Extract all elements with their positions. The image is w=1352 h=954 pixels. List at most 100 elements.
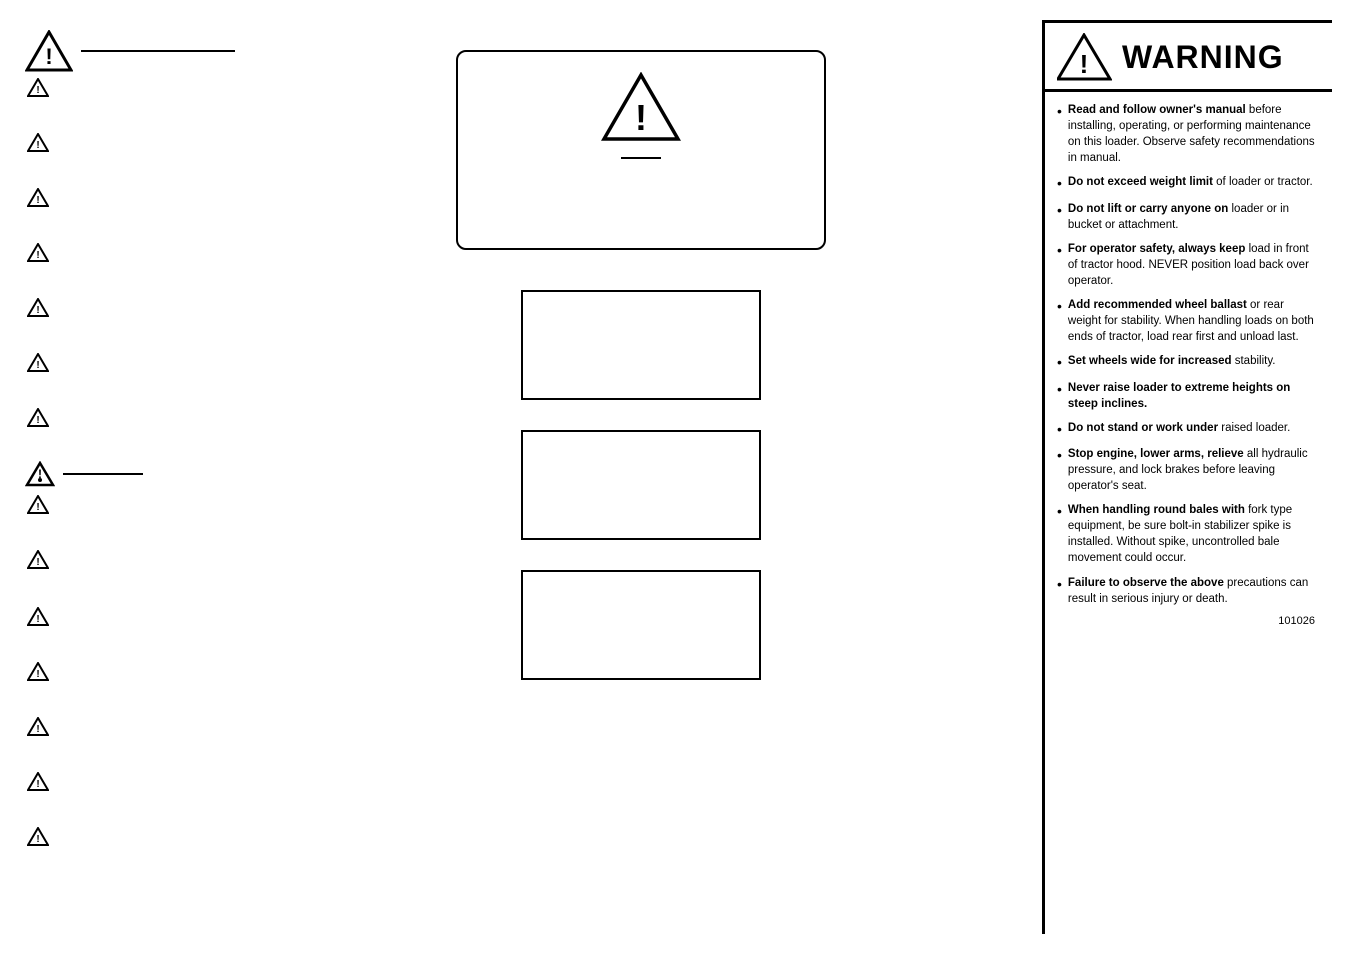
warning-text-3: Do not lift or carry anyone on loader or… xyxy=(1068,201,1320,233)
svg-text:!: ! xyxy=(36,557,39,568)
bullet-1: • xyxy=(1057,102,1062,166)
small-box-3 xyxy=(521,570,761,680)
svg-text:!: ! xyxy=(36,415,39,426)
big-box-warning-triangle: ! xyxy=(601,72,681,142)
left-row-6: ! xyxy=(27,353,235,372)
svg-text:!: ! xyxy=(36,250,39,261)
small-warning-triangle-8: ! xyxy=(27,495,49,514)
medium-warning-triangle: ! xyxy=(25,461,55,487)
svg-text:!: ! xyxy=(635,97,647,138)
left-row-12: ! xyxy=(27,717,235,736)
big-warning-box: ! xyxy=(456,50,826,250)
svg-text:!: ! xyxy=(36,724,39,735)
left-row-8: ! xyxy=(27,495,235,514)
svg-text:!: ! xyxy=(38,467,42,481)
warning-text-9: Stop engine, lower arms, relieve all hyd… xyxy=(1068,446,1320,494)
svg-text:!: ! xyxy=(36,834,39,845)
small-triangle-list-2: ! ! xyxy=(27,495,235,587)
svg-text:!: ! xyxy=(36,614,39,625)
warning-text-6: Set wheels wide for increased stability. xyxy=(1068,353,1276,371)
small-warning-triangle-1: ! xyxy=(27,78,49,97)
part-number: 101026 xyxy=(1057,615,1320,627)
small-warning-triangle-7: ! xyxy=(27,408,49,427)
warning-item-8: • Do not stand or work under raised load… xyxy=(1057,420,1320,438)
bullet-6: • xyxy=(1057,353,1062,371)
left-row-13: ! xyxy=(27,772,235,791)
left-row-11: ! xyxy=(27,662,235,681)
small-warning-triangle-13: ! xyxy=(27,772,49,791)
bullet-7: • xyxy=(1057,380,1062,412)
bullet-9: • xyxy=(1057,446,1062,494)
warning-text-4: For operator safety, always keep load in… xyxy=(1068,241,1320,289)
medium-line xyxy=(63,473,143,475)
svg-text:!: ! xyxy=(36,305,39,316)
warning-item-10: • When handling round bales with fork ty… xyxy=(1057,502,1320,566)
small-warning-triangle-10: ! xyxy=(27,607,49,626)
svg-text:!: ! xyxy=(36,195,39,206)
warning-text-1: Read and follow owner's manual before in… xyxy=(1068,102,1320,166)
warning-text-2: Do not exceed weight limit of loader or … xyxy=(1068,174,1313,192)
svg-text:!: ! xyxy=(36,85,39,96)
svg-text:!: ! xyxy=(1080,49,1089,79)
svg-text:!: ! xyxy=(36,669,39,680)
small-warning-triangle-3: ! xyxy=(27,188,49,207)
warning-header: ! WARNING xyxy=(1045,23,1332,92)
left-medium-warning: ! xyxy=(25,461,235,487)
small-warning-triangle-5: ! xyxy=(27,298,49,317)
left-row-14: ! xyxy=(27,827,235,846)
warning-item-2: • Do not exceed weight limit of loader o… xyxy=(1057,174,1320,192)
warning-body: • Read and follow owner's manual before … xyxy=(1045,92,1332,637)
left-row-7: ! xyxy=(27,408,235,427)
small-triangle-list-1: ! ! ! ! xyxy=(27,78,235,445)
warning-item-11: • Failure to observe the above precautio… xyxy=(1057,575,1320,607)
left-row-5: ! xyxy=(27,298,235,317)
left-row-10: ! xyxy=(27,607,235,626)
left-row-2: ! xyxy=(27,133,235,152)
bullet-2: • xyxy=(1057,174,1062,192)
left-row-9: ! xyxy=(27,550,235,569)
warning-item-4: • For operator safety, always keep load … xyxy=(1057,241,1320,289)
small-warning-triangle-14: ! xyxy=(27,827,49,846)
bullet-4: • xyxy=(1057,241,1062,289)
small-box-2 xyxy=(521,430,761,540)
left-column: ! ! ! ! xyxy=(20,20,240,934)
svg-text:!: ! xyxy=(36,360,39,371)
bullet-10: • xyxy=(1057,502,1062,566)
small-triangle-list-3: ! ! ! ! xyxy=(27,607,235,864)
small-warning-triangle-12: ! xyxy=(27,717,49,736)
warning-item-6: • Set wheels wide for increased stabilit… xyxy=(1057,353,1320,371)
svg-text:!: ! xyxy=(36,502,39,513)
warning-text-10: When handling round bales with fork type… xyxy=(1068,502,1320,566)
left-row-4: ! xyxy=(27,243,235,262)
svg-text:!: ! xyxy=(36,779,39,790)
warning-item-3: • Do not lift or carry anyone on loader … xyxy=(1057,201,1320,233)
warning-item-7: • Never raise loader to extreme heights … xyxy=(1057,380,1320,412)
bullet-11: • xyxy=(1057,575,1062,607)
bullet-8: • xyxy=(1057,420,1062,438)
svg-text:!: ! xyxy=(45,44,52,69)
small-warning-triangle-2: ! xyxy=(27,133,49,152)
warning-text-7: Never raise loader to extreme heights on… xyxy=(1068,380,1320,412)
warning-item-1: • Read and follow owner's manual before … xyxy=(1057,102,1320,166)
small-warning-triangle-11: ! xyxy=(27,662,49,681)
big-box-dash xyxy=(621,157,661,159)
small-warning-triangle-9: ! xyxy=(27,550,49,569)
warning-item-9: • Stop engine, lower arms, relieve all h… xyxy=(1057,446,1320,494)
left-row-1: ! xyxy=(27,78,235,97)
left-row-3: ! xyxy=(27,188,235,207)
bullet-5: • xyxy=(1057,297,1062,345)
warning-text-11: Failure to observe the above precautions… xyxy=(1068,575,1320,607)
large-warning-triangle-top: ! xyxy=(25,30,73,72)
small-box-1 xyxy=(521,290,761,400)
left-header-warning: ! xyxy=(25,30,235,72)
svg-text:!: ! xyxy=(36,140,39,151)
small-warning-triangle-4: ! xyxy=(27,243,49,262)
small-warning-triangle-6: ! xyxy=(27,353,49,372)
warning-text-5: Add recommended wheel ballast or rear we… xyxy=(1068,297,1320,345)
middle-column: ! xyxy=(250,20,1032,934)
warning-header-triangle: ! xyxy=(1057,33,1112,81)
right-warning-panel: ! WARNING • Read and follow owner's manu… xyxy=(1042,20,1332,934)
warning-text-8: Do not stand or work under raised loader… xyxy=(1068,420,1290,438)
header-line xyxy=(81,50,235,52)
warning-title: WARNING xyxy=(1122,39,1284,76)
